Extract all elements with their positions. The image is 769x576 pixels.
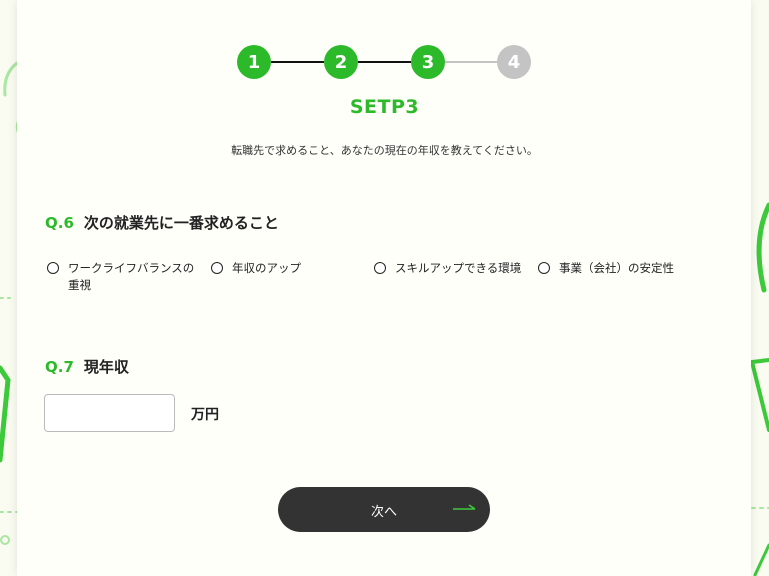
step-connector-1-2 (271, 61, 324, 63)
radio-option-salary-up[interactable]: 年収のアップ (211, 260, 301, 277)
progress-stepper: 1 2 3 4 (237, 45, 531, 79)
option-label: ワークライフバランスの 重視 (68, 261, 195, 292)
step-3: 3 (411, 45, 445, 79)
radio-button[interactable] (47, 262, 59, 274)
annual-income-input[interactable] (44, 394, 175, 432)
option-label: 年収のアップ (232, 261, 301, 275)
arrow-right-icon (453, 504, 476, 510)
option-label: スキルアップできる環境 (395, 261, 522, 275)
question-6-heading: Q.6 次の就業先に一番求めること (45, 212, 279, 233)
step-description: 転職先で求めること、あなたの現在の年収を教えてください。 (231, 144, 538, 157)
radio-button[interactable] (538, 262, 550, 274)
radio-button[interactable] (211, 262, 223, 274)
next-button[interactable]: 次へ (278, 487, 490, 532)
step-2: 2 (324, 45, 358, 79)
step-4: 4 (497, 45, 531, 79)
question-6-text: 次の就業先に一番求めること (83, 214, 279, 232)
question-7-heading: Q.7 現年収 (45, 356, 129, 377)
question-7-number: Q.7 (45, 358, 74, 376)
income-unit-label: 万円 (191, 407, 219, 423)
option-label: 事業（会社）の安定性 (559, 261, 674, 275)
question-7-text: 現年収 (83, 358, 129, 376)
step-connector-2-3 (358, 61, 411, 63)
step-title: SETP3 (349, 96, 420, 118)
step-1: 1 (237, 45, 271, 79)
step-connector-3-4 (444, 61, 497, 63)
radio-button[interactable] (374, 262, 386, 274)
question-6-number: Q.6 (45, 214, 74, 232)
radio-option-company-stability[interactable]: 事業（会社）の安定性 (538, 260, 674, 277)
radio-option-work-life-balance[interactable]: ワークライフバランスの 重視 (47, 260, 194, 294)
radio-option-skill-up[interactable]: スキルアップできる環境 (374, 260, 521, 277)
